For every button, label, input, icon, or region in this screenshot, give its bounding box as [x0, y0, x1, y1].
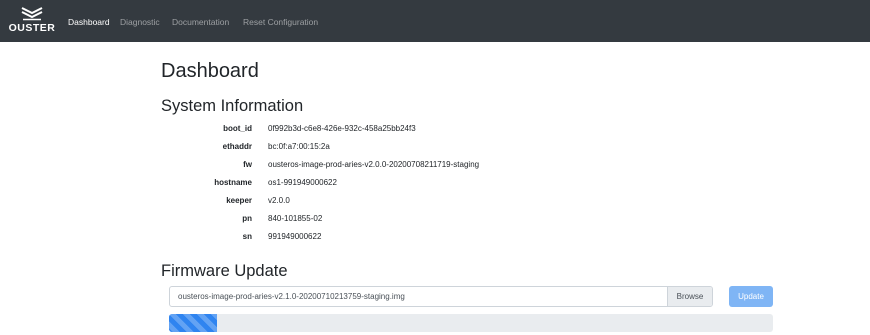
firmware-progress-bar	[169, 314, 218, 332]
info-key: sn	[242, 232, 252, 241]
info-key: hostname	[214, 178, 252, 187]
info-value: v2.0.0	[268, 196, 290, 205]
firmware-file-input[interactable]: ousteros-image-prod-aries-v2.1.0-2020071…	[169, 286, 713, 307]
ouster-logo[interactable]: OUSTER	[9, 7, 55, 37]
info-key: pn	[242, 214, 252, 223]
info-key: fw	[243, 160, 252, 169]
top-navbar: OUSTER Dashboard Diagnostic Documentatio…	[0, 0, 870, 42]
info-key: ethaddr	[222, 142, 252, 151]
info-value: 840-101855-02	[268, 214, 323, 223]
info-value: os1-991949000622	[268, 178, 337, 187]
firmware-file-name: ousteros-image-prod-aries-v2.1.0-2020071…	[178, 292, 405, 301]
info-value: 0f992b3d-c6e8-426e-932c-458a25bb24f3	[268, 124, 416, 133]
info-key: boot_id	[223, 124, 252, 133]
firmware-update-title: Firmware Update	[161, 262, 288, 280]
page-title: Dashboard	[161, 60, 259, 82]
nav-reset-configuration[interactable]: Reset Configuration	[243, 17, 318, 27]
nav-dashboard[interactable]: Dashboard	[68, 17, 110, 27]
nav-diagnostic[interactable]: Diagnostic	[120, 17, 160, 27]
browse-button[interactable]: Browse	[667, 287, 712, 306]
info-value: bc:0f:a7:00:15:2a	[268, 142, 330, 151]
firmware-progress	[169, 314, 773, 332]
system-info-title: System Information	[161, 97, 304, 115]
ouster-logo-icon	[21, 7, 43, 21]
info-key: keeper	[226, 196, 252, 205]
brand-name: OUSTER	[8, 22, 56, 34]
info-value: 991949000622	[268, 232, 322, 241]
info-value: ousteros-image-prod-aries-v2.0.0-2020070…	[268, 160, 480, 169]
nav-documentation[interactable]: Documentation	[172, 17, 229, 27]
update-button[interactable]: Update	[729, 286, 773, 307]
